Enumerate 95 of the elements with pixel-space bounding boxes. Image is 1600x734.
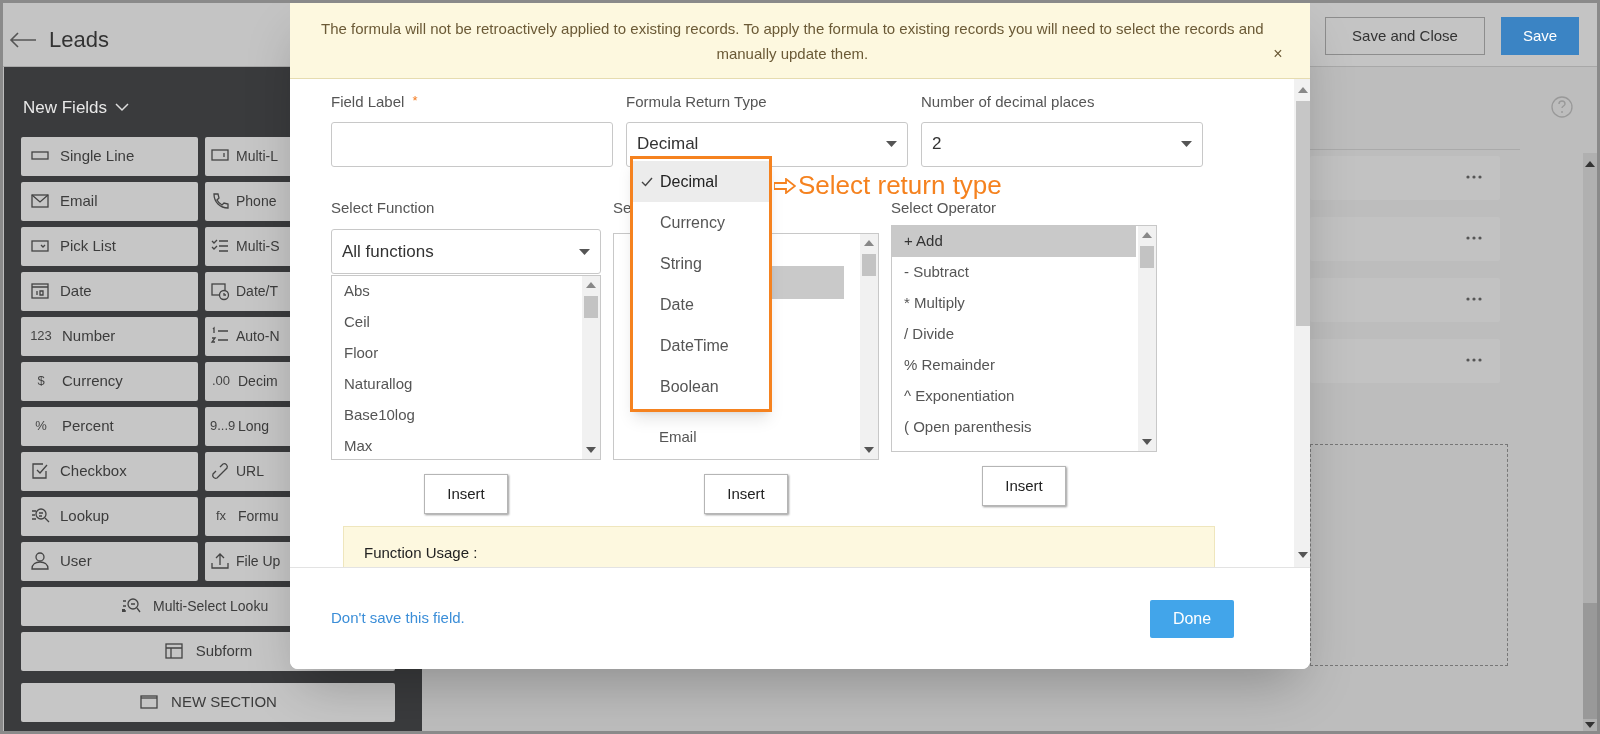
link-icon [210,461,230,481]
page-title: Leads [49,26,109,54]
field-type-glyph: fx [214,507,228,526]
dropdown-option[interactable]: Date [633,284,769,325]
field-type-button[interactable]: % Percent [21,406,198,446]
field-type-glyph: % [34,417,48,436]
insert-button[interactable]: Insert [704,474,788,514]
double-arrow-icon [774,177,796,194]
list-option[interactable]: * Multiply [892,288,1136,319]
list-option[interactable]: Email [614,422,860,453]
scroll-down-icon[interactable] [1142,439,1152,445]
scrollbar-thumb[interactable] [1583,603,1597,719]
field-type-label: Multi-Select Looku [153,596,269,616]
calendar-clock-icon [210,281,230,301]
upload-icon [210,551,230,571]
section-icon [139,692,160,712]
caret-icon [579,248,590,255]
caret-icon [1181,141,1192,147]
dropdown-option[interactable]: Currency [633,202,769,243]
list-option[interactable]: Abs [332,276,580,307]
save-and-close-button[interactable]: Save and Close [1325,17,1485,55]
field-type-glyph: .00 [210,372,232,391]
list-option[interactable]: Ceil [332,307,580,338]
scrollbar-thumb[interactable] [584,296,598,318]
list-option[interactable]: Max [332,431,580,459]
scroll-down-icon[interactable] [864,447,874,453]
field-label: Formula Return Type [626,92,768,112]
field-type-button[interactable]: Date [21,271,198,311]
user-icon [30,551,50,571]
list-option[interactable]: - Subtract [892,257,1136,288]
scroll-down-icon[interactable] [1585,722,1595,729]
checkmark-icon [641,176,653,187]
calendar-icon [30,281,50,301]
back-arrow-icon[interactable] [9,30,37,49]
insert-button[interactable]: Insert [424,474,508,514]
field-type-button[interactable]: Email [21,181,198,221]
close-icon[interactable]: × [1273,40,1283,66]
field-label: Field Label [331,92,405,112]
usage-title: Function Usage : [364,544,478,561]
envelope-icon [30,191,50,211]
dropdown-option[interactable]: DateTime [633,325,769,366]
function-category-select[interactable]: All functions [331,229,601,274]
field-label-input[interactable] [331,121,613,167]
list-option[interactable]: Floor [332,338,580,369]
field-type-button[interactable]: 123 Number [21,316,198,356]
required-mark: * [412,92,418,110]
phone-icon [210,191,230,211]
table-icon [163,641,184,661]
save-button[interactable]: Save [1501,17,1579,55]
list-option[interactable]: ( Open parenthesis [892,412,1136,443]
new-fields-heading[interactable]: New Fields [23,95,108,121]
list-option[interactable]: Naturallog [332,369,580,400]
caret-icon [886,141,897,147]
scroll-up-icon[interactable] [1298,87,1308,93]
list-option[interactable]: % Remainder [892,350,1136,381]
more-icon[interactable] [1466,174,1482,180]
field-type-label: Subform [195,640,253,661]
field-type-button[interactable]: Checkbox [21,451,198,491]
list-option[interactable]: / Divide [892,319,1136,350]
field-type-glyph: 123 [30,327,52,346]
more-icon[interactable] [1466,296,1482,302]
scroll-down-icon[interactable] [586,447,596,453]
dropdown-option[interactable]: Decimal [633,161,769,202]
field-type-button[interactable]: Lookup [21,496,198,536]
chevron-down-icon[interactable] [115,103,130,113]
checkbox-icon [30,461,50,481]
dropdown-option[interactable]: String [633,243,769,284]
more-icon[interactable] [1466,357,1482,363]
field-type-button[interactable]: $ Currency [21,361,198,401]
field-label: Select Function [331,197,436,218]
field-label: Number of decimal places [921,92,1096,112]
decimal-places-select[interactable]: 2 [921,121,1203,167]
scroll-up-icon[interactable] [1142,232,1152,238]
notice-text: The formula will not be retroactively applied to existing records. To apply the formula to existing records you will need to select the records and manually update them. [319,18,1265,64]
list-option[interactable]: Base10log [332,400,580,431]
field-type-label: NEW SECTION [171,691,277,712]
list-option[interactable]: + Add [892,226,1136,257]
field-type-button[interactable]: Single Line [21,136,198,176]
insert-button[interactable]: Insert [982,466,1066,506]
list-option[interactable]: ^ Exponentiation [892,381,1136,412]
scroll-up-icon[interactable] [586,282,596,288]
dropdown-option[interactable]: Boolean [633,366,769,407]
field-type-glyph: $ [36,372,46,391]
scroll-up-icon[interactable] [1585,160,1595,167]
more-icon[interactable] [1466,235,1482,241]
field-label: Se [613,197,633,218]
field-type-button[interactable]: User [21,541,198,581]
field-type-button[interactable]: Pick List [21,226,198,266]
field-type-button[interactable]: NEW SECTION [21,682,395,722]
numbered-list-icon [210,326,230,346]
scrollbar-thumb[interactable] [1296,101,1310,326]
scrollbar-thumb[interactable] [862,254,876,276]
scrollbar-thumb[interactable] [1140,246,1154,268]
scroll-up-icon[interactable] [864,240,874,246]
scroll-down-icon[interactable] [1298,552,1308,558]
